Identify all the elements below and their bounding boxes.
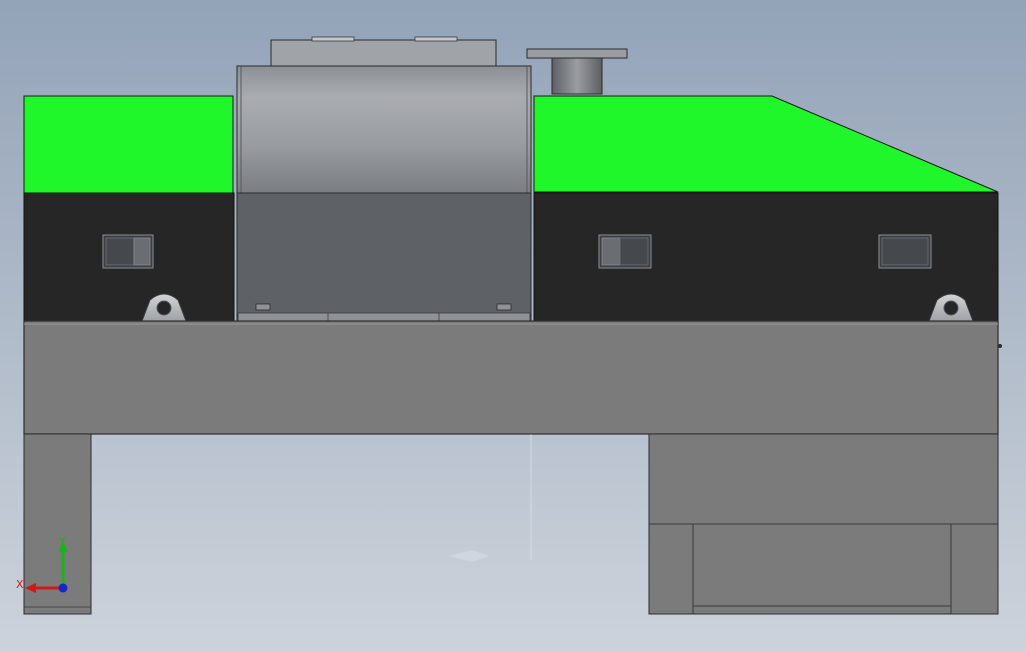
- bolt-icon: [255, 303, 271, 311]
- cad-viewport[interactable]: Y X: [0, 0, 1026, 652]
- drum-top-cover[interactable]: [270, 36, 497, 69]
- drum-lower-body[interactable]: [236, 192, 532, 322]
- axis-y-label: Y: [58, 535, 66, 548]
- right-housing[interactable]: [533, 192, 999, 322]
- sight-window-icon: [598, 234, 652, 269]
- center-drum[interactable]: [236, 65, 532, 194]
- left-housing[interactable]: [23, 192, 235, 322]
- bolt-icon: [496, 303, 512, 311]
- sight-window-icon: [878, 234, 932, 269]
- axis-x-label: X: [16, 578, 24, 591]
- z-axis-dot-icon: [58, 583, 68, 593]
- sight-window-icon: [102, 234, 154, 269]
- base-frame[interactable]: [23, 320, 1002, 435]
- right-support-block[interactable]: [648, 433, 999, 615]
- left-green-cover[interactable]: [23, 95, 234, 194]
